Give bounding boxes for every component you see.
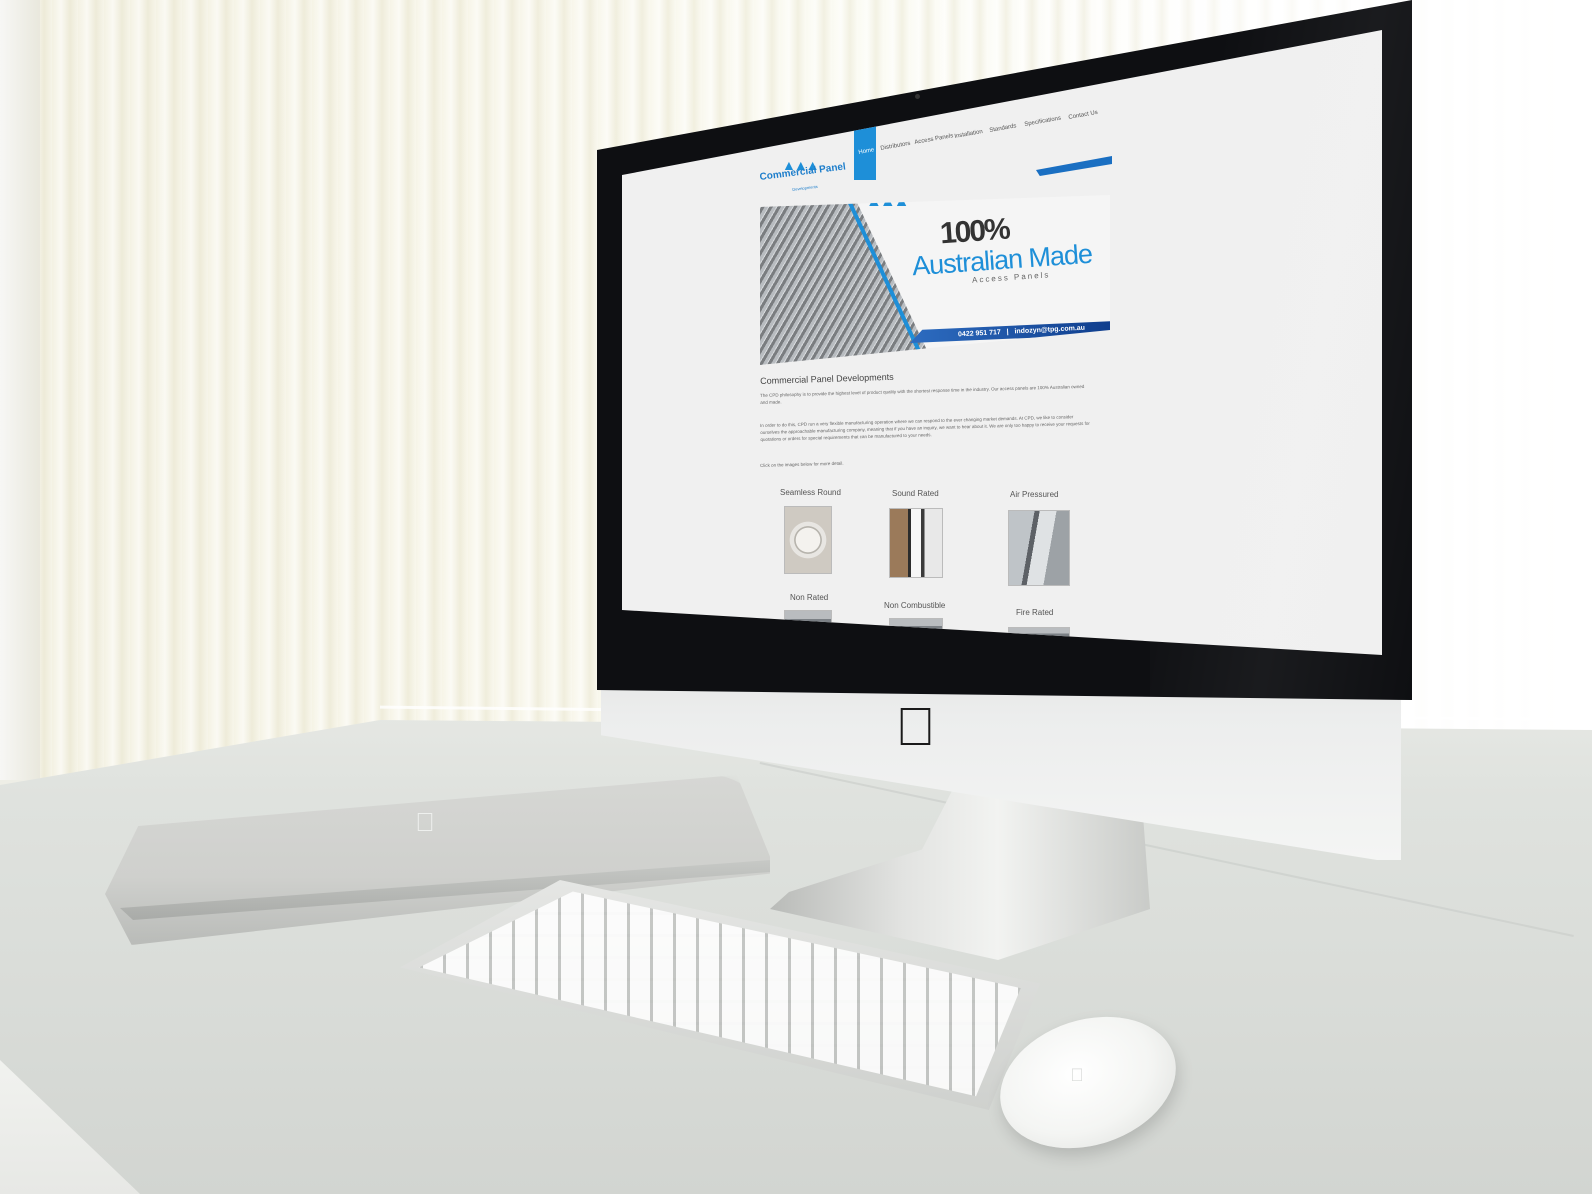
instruction-paragraph: Click on the images below for more detai…: [760, 460, 844, 468]
mouse-apple-logo-icon: : [1062, 1065, 1092, 1085]
imac-apple-logo-icon: : [893, 700, 938, 755]
banner-panel-photo: [760, 195, 930, 365]
curtain-edge: [0, 0, 40, 780]
nav-item-standards[interactable]: Standards: [989, 123, 1017, 134]
product-image-sound-rated[interactable]: [889, 508, 943, 578]
product-image-seamless-round[interactable]: [784, 506, 832, 574]
nav-item-access-panels[interactable]: Access Panels: [914, 133, 954, 146]
camera-icon: [915, 94, 920, 99]
about-paragraph: In order to do this, CPD run a very flex…: [760, 414, 1090, 442]
banner-logo-mark-icon: ▲▲▲: [866, 195, 909, 210]
screen-glare: [1150, 0, 1412, 700]
logo-subtitle: Developments: [792, 183, 818, 192]
intro-paragraph: The CPD philosophy is to provide the hig…: [760, 383, 1085, 405]
product-label-fire-rated[interactable]: Fire Rated: [1016, 608, 1053, 617]
product-label-non-combustible[interactable]: Non Combustible: [884, 601, 945, 610]
hero-banner: ▲▲▲ 100% Australian Made Access Panels 0…: [760, 195, 1110, 365]
nav-item-contact-us[interactable]: Contact Us: [1068, 110, 1098, 121]
banner-separator: |: [1006, 328, 1009, 336]
product-label-sound-rated[interactable]: Sound Rated: [892, 489, 939, 498]
nav-item-distributors[interactable]: Distributors: [880, 141, 911, 152]
laptop-apple-logo-icon: : [395, 809, 455, 835]
product-label-non-rated[interactable]: Non Rated: [790, 593, 828, 602]
product-label-air-pressured[interactable]: Air Pressured: [1010, 490, 1058, 499]
header-accent-strip: [1036, 156, 1112, 176]
product-label-seamless-round[interactable]: Seamless Round: [780, 488, 841, 497]
nav-item-specifications[interactable]: Specifications: [1024, 116, 1062, 128]
product-image-air-pressured[interactable]: [1008, 510, 1070, 586]
nav-item-installation[interactable]: Installation: [954, 129, 983, 140]
page-heading: Commercial Panel Developments: [760, 371, 894, 386]
scene:   Home Distributors Access Panels Inst…: [0, 0, 1592, 1194]
